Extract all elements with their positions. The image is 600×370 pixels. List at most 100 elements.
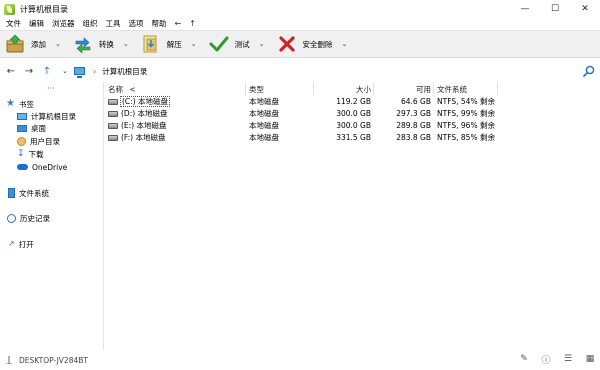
computer-icon — [74, 67, 85, 78]
menu-options[interactable]: 选项 — [125, 17, 148, 30]
column-divider[interactable] — [313, 82, 314, 96]
test-button-label: 测试 — [234, 39, 250, 49]
maximize-icon[interactable]: ☐ — [540, 0, 570, 18]
table-row[interactable]: (D:) 本地磁盘 本地磁盘 300.0 GB 297.3 GB NTFS, 9… — [105, 108, 600, 120]
back-arrow-icon[interactable]: ← — [2, 62, 20, 80]
tools-wrench-icon[interactable]: ✎ — [518, 353, 530, 365]
drive-type: 本地磁盘 — [249, 133, 279, 142]
nav-item-label: 用户目录 — [30, 136, 60, 146]
add-button[interactable]: 添加 ⌄ — [0, 31, 70, 57]
drive-name: (D:) 本地磁盘 — [121, 109, 168, 118]
download-icon: ↧ — [17, 148, 25, 159]
details-view-icon[interactable]: ☰ — [562, 353, 574, 365]
breadcrumb-chevron-icon[interactable]: › — [93, 67, 96, 76]
address-field[interactable]: › 计算机根目录 — [72, 62, 600, 80]
convert-button[interactable]: 转换 ⌄ — [70, 31, 138, 57]
drive-type: 本地磁盘 — [249, 121, 279, 130]
test-button[interactable]: 测试 ⌄ — [206, 31, 274, 57]
computer-name: DESKTOP-JV284BT — [19, 355, 88, 365]
favorites-label: 书签 — [18, 99, 34, 109]
forward-arrow-icon[interactable]: → — [20, 62, 38, 80]
nav-item-label: 打开 — [18, 239, 34, 249]
extract-button[interactable]: 解压 ⌄ — [138, 31, 206, 57]
minimize-icon[interactable]: — — [510, 0, 540, 18]
column-header-free[interactable]: 可用 — [375, 84, 431, 95]
test-dropdown-chevron-icon[interactable]: ⌄ — [259, 40, 265, 48]
column-header-filesystem[interactable]: 文件系统 — [437, 84, 467, 95]
secure-delete-button[interactable]: 安全删除 ⌄ — [274, 31, 357, 57]
menu-edit[interactable]: 编辑 — [25, 17, 48, 30]
menu-bar: 文件 编辑 浏览器 组织 工具 选项 帮助 ← ↑ — [0, 17, 200, 30]
column-header-name[interactable]: 名称 < — [108, 84, 136, 95]
secure-delete-button-label: 安全删除 — [302, 39, 333, 49]
extract-icon — [143, 35, 157, 53]
close-icon[interactable]: ✕ — [570, 0, 600, 18]
extract-dropdown-chevron-icon[interactable]: ⌄ — [191, 40, 197, 48]
table-row[interactable]: (C:) 本地磁盘 本地磁盘 119.2 GB 64.6 GB NTFS, 54… — [105, 96, 600, 108]
breadcrumb-computer-root[interactable]: 计算机根目录 — [102, 66, 147, 77]
drive-free: 289.8 GB — [396, 121, 431, 130]
menu-browser[interactable]: 浏览器 — [48, 17, 79, 30]
drive-icon — [108, 135, 118, 141]
drive-icon — [108, 99, 118, 105]
nav-item-downloads[interactable]: ↧ 下载 — [17, 148, 44, 160]
add-dropdown-chevron-icon[interactable]: ⌄ — [55, 40, 61, 48]
favorites-header[interactable]: ★ 书签 — [6, 98, 34, 110]
convert-dropdown-chevron-icon[interactable]: ⌄ — [123, 40, 129, 48]
thumbnail-view-icon[interactable]: ▦ — [584, 353, 596, 365]
nav-item-filesystem[interactable]: 文件系统 — [8, 187, 49, 199]
menu-help[interactable]: 帮助 — [148, 17, 171, 30]
add-archive-icon — [6, 34, 24, 53]
nav-item-label: 文件系统 — [19, 188, 49, 198]
secure-delete-dropdown-chevron-icon[interactable]: ⌄ — [342, 40, 348, 48]
window-controls: — ☐ ✕ — [510, 0, 600, 18]
nav-item-user-folder[interactable]: 用户目录 — [17, 135, 60, 147]
nav-item-computer-root[interactable]: 计算机根目录 — [17, 110, 76, 122]
menu-back-arrow-icon[interactable]: ← — [171, 17, 186, 30]
search-icon[interactable] — [583, 65, 595, 77]
drive-icon — [108, 111, 118, 117]
app-logo-icon — [4, 3, 15, 15]
cloud-icon — [17, 164, 28, 170]
column-divider[interactable] — [373, 82, 374, 96]
user-icon — [17, 136, 26, 146]
column-divider[interactable] — [433, 82, 434, 96]
table-row[interactable]: (E:) 本地磁盘 本地磁盘 300.0 GB 289.8 GB NTFS, 9… — [105, 120, 600, 132]
column-header-size[interactable]: 大小 — [315, 84, 371, 95]
menu-organize[interactable]: 组织 — [79, 17, 102, 30]
drive-filesystem: NTFS, 54% 剩余 — [437, 97, 495, 106]
drive-filesystem: NTFS, 85% 剩余 — [437, 133, 495, 142]
star-icon: ★ — [6, 98, 15, 109]
toolbar: 添加 ⌄ 转换 ⌄ 解压 ⌄ 测试 ⌄ 安全删除 ⌄ — [0, 30, 600, 58]
monitor-icon — [17, 112, 27, 120]
drive-free: 297.3 GB — [396, 109, 431, 118]
column-header-name-label: 名称 — [108, 85, 123, 94]
network-computer-icon — [6, 356, 12, 364]
nav-item-desktop[interactable]: 桌面 — [17, 122, 46, 134]
nav-item-label: 计算机根目录 — [31, 111, 76, 121]
drive-size: 300.0 GB — [336, 109, 371, 118]
drive-type: 本地磁盘 — [249, 97, 279, 106]
status-bar: DESKTOP-JV284BT ✎ ⓘ ☰ ▦ — [0, 350, 600, 370]
column-divider[interactable] — [245, 82, 246, 96]
menu-file[interactable]: 文件 — [2, 17, 25, 30]
test-check-icon — [209, 36, 229, 52]
column-header-type[interactable]: 类型 — [249, 84, 264, 95]
desktop-icon — [17, 124, 27, 132]
menu-up-arrow-icon[interactable]: ↑ — [185, 17, 200, 30]
nav-item-open[interactable]: ↗ 打开 — [8, 238, 34, 250]
column-divider[interactable] — [497, 82, 498, 96]
drive-type: 本地磁盘 — [249, 109, 279, 118]
nav-item-onedrive[interactable]: OneDrive — [17, 161, 67, 173]
more-dots-icon[interactable]: ··· — [47, 84, 55, 93]
drive-free: 283.8 GB — [396, 133, 431, 142]
info-icon[interactable]: ⓘ — [540, 353, 552, 366]
drive-size: 300.0 GB — [336, 121, 371, 130]
up-arrow-icon[interactable]: ↑ — [38, 62, 56, 80]
nav-item-history[interactable]: 历史记录 — [7, 212, 50, 224]
table-row[interactable]: (F:) 本地磁盘 本地磁盘 331.5 GB 283.8 GB NTFS, 8… — [105, 132, 600, 144]
drive-filesystem: NTFS, 99% 剩余 — [437, 109, 495, 118]
add-button-label: 添加 — [31, 39, 46, 49]
drive-icon — [108, 123, 118, 129]
menu-tools[interactable]: 工具 — [102, 17, 125, 30]
